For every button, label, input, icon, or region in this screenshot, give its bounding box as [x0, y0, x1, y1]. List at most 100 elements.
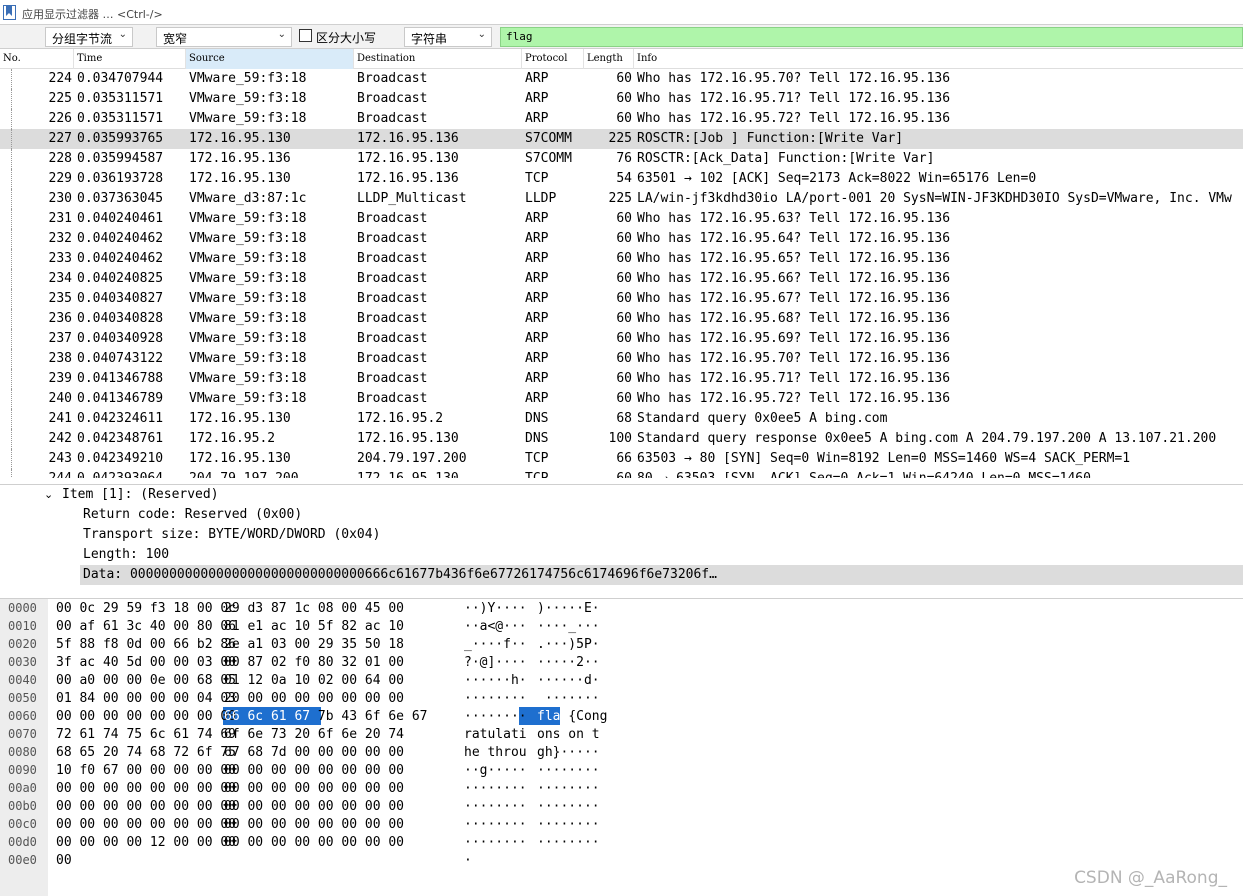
display-filter-bar[interactable]: 应用显示过滤器 … <Ctrl-/>: [0, 0, 1243, 25]
packet-row[interactable]: 225 0.035311571 VMware_59:f3:18 Broadcast AR…: [0, 89, 1243, 109]
display-filter-placeholder[interactable]: 应用显示过滤器 … <Ctrl-/>: [22, 6, 163, 22]
packet-source: 172.16.95.130: [189, 131, 291, 146]
packet-info: Who has 172.16.95.65? Tell 172.16.95.136: [637, 251, 951, 266]
packet-destination: Broadcast: [357, 331, 428, 346]
hex-row[interactable]: 0050 01 84 00 00 00 00 04 03 20 00 00 00 0…: [0, 689, 1243, 707]
packet-row[interactable]: 244 0.042393064 204.79.197.200 172.16.95.13…: [0, 469, 1243, 478]
packet-length: 60: [616, 351, 632, 366]
packet-length: 60: [616, 111, 632, 126]
packet-row[interactable]: 236 0.040340828 VMware_59:f3:18 Broadcast AR…: [0, 309, 1243, 329]
hex-bytes-right: 01 12 0a 10 02 00 64 00: [224, 673, 405, 688]
packet-row[interactable]: 235 0.040340827 VMware_59:f3:18 Broadcast AR…: [0, 289, 1243, 309]
packet-source: VMware_59:f3:18: [189, 311, 307, 326]
packet-row[interactable]: 228 0.035994587 172.16.95.136 172.16.95.130…: [0, 149, 1243, 169]
packet-no: 236: [48, 311, 72, 326]
packet-row[interactable]: 237 0.040340928 VMware_59:f3:18 Broadcast AR…: [0, 329, 1243, 349]
packet-info: Who has 172.16.95.66? Tell 172.16.95.136: [637, 271, 951, 286]
packet-time: 0.040743122: [77, 351, 164, 366]
column-header-time[interactable]: Time: [74, 49, 186, 69]
hex-row[interactable]: 0080 68 65 20 74 68 72 6f 75 67 68 7d 00 0…: [0, 743, 1243, 761]
chevron-down-icon[interactable]: ⌄: [44, 488, 62, 501]
packet-length: 66: [616, 451, 632, 466]
hex-row[interactable]: 00e0 00 ·: [0, 851, 1243, 869]
hex-row[interactable]: 0040 00 a0 00 00 0e 00 68 05 01 12 0a 10 0…: [0, 671, 1243, 689]
packet-list[interactable]: No. Time Source Destination Protocol Len…: [0, 49, 1243, 478]
packet-source: VMware_59:f3:18: [189, 71, 307, 86]
hex-offset: 00a0: [8, 781, 37, 795]
packet-row[interactable]: 241 0.042324611 172.16.95.130 172.16.95.2 DN…: [0, 409, 1243, 429]
search-in-dropdown[interactable]: 分组字节流 ⌄: [45, 27, 133, 47]
packet-source: VMware_59:f3:18: [189, 251, 307, 266]
packet-destination: Broadcast: [357, 271, 428, 286]
hex-row[interactable]: 00b0 00 00 00 00 00 00 00 00 00 00 00 00 0…: [0, 797, 1243, 815]
hex-bytes-left: 00: [56, 853, 72, 868]
char-width-value: 宽窄: [163, 32, 188, 46]
packet-no: 238: [48, 351, 72, 366]
char-width-dropdown[interactable]: 宽窄 ⌄: [156, 27, 292, 47]
hex-bytes-right: 81 e1 ac 10 5f 82 ac 10: [224, 619, 405, 634]
packet-row[interactable]: 242 0.042348761 172.16.95.2 172.16.95.130 DN…: [0, 429, 1243, 449]
packet-row[interactable]: 233 0.040240462 VMware_59:f3:18 Broadcast AR…: [0, 249, 1243, 269]
column-header-info[interactable]: Info: [634, 49, 1243, 69]
search-input[interactable]: flag: [500, 27, 1243, 47]
packet-row[interactable]: 229 0.036193728 172.16.95.130 172.16.95.136…: [0, 169, 1243, 189]
packet-info: Who has 172.16.95.68? Tell 172.16.95.136: [637, 311, 951, 326]
packet-destination: Broadcast: [357, 371, 428, 386]
packet-info: Who has 172.16.95.63? Tell 172.16.95.136: [637, 211, 951, 226]
packet-protocol: ARP: [525, 231, 549, 246]
tree-item-reserved[interactable]: ⌄ Item [1]: (Reserved): [44, 487, 219, 507]
case-sensitive-checkbox[interactable]: [299, 29, 312, 42]
hex-row[interactable]: 00a0 00 00 00 00 00 00 00 00 00 00 00 00 0…: [0, 779, 1243, 797]
packet-row[interactable]: 240 0.041346789 VMware_59:f3:18 Broadcast AR…: [0, 389, 1243, 409]
column-header-destination[interactable]: Destination: [354, 49, 522, 69]
hex-row[interactable]: 0030 3f ac 40 5d 00 00 03 00 00 87 02 f0 8…: [0, 653, 1243, 671]
column-header-protocol[interactable]: Protocol: [522, 49, 584, 69]
ascii-left: ········: [464, 835, 527, 850]
packet-row[interactable]: 234 0.040240825 VMware_59:f3:18 Broadcast AR…: [0, 269, 1243, 289]
bookmark-icon[interactable]: [3, 5, 16, 20]
packet-time: 0.042393064: [77, 471, 163, 478]
column-header-no[interactable]: No.: [0, 49, 74, 69]
column-header-length[interactable]: Length: [584, 49, 634, 69]
packet-destination: 172.16.95.130: [357, 151, 459, 166]
packet-no: 232: [48, 231, 72, 246]
ascii-right: ····_···: [537, 619, 600, 634]
hex-row[interactable]: 00d0 00 00 00 00 12 00 00 00 00 00 00 00 0…: [0, 833, 1243, 851]
packet-row[interactable]: 232 0.040240462 VMware_59:f3:18 Broadcast AR…: [0, 229, 1243, 249]
packet-row[interactable]: 243 0.042349210 172.16.95.130 204.79.197.20…: [0, 449, 1243, 469]
hex-bytes-right: 00 00 00 00 00 00 00 00: [224, 817, 405, 832]
packet-row[interactable]: 226 0.035311571 VMware_59:f3:18 Broadcast AR…: [0, 109, 1243, 129]
find-packet-toolbar: 分组字节流 ⌄ 宽窄 ⌄ 区分大小写 字符串 ⌄ flag: [0, 25, 1243, 49]
packet-length: 60: [616, 371, 632, 386]
bytes-pane[interactable]: 0000 00 0c 29 59 f3 18 00 0c 29 d3 87 1c 0…: [0, 598, 1243, 896]
ascii-left: ········: [464, 817, 527, 832]
packet-info: ROSCTR:[Job ] Function:[Write Var]: [637, 131, 904, 146]
search-type-dropdown[interactable]: 字符串 ⌄: [404, 27, 492, 47]
return-code-field[interactable]: Return code: Reserved (0x00): [83, 507, 302, 527]
hex-row[interactable]: 0010 00 af 61 3c 40 00 80 06 81 e1 ac 10 5…: [0, 617, 1243, 635]
hex-row[interactable]: 0020 5f 88 f8 0d 00 66 b2 86 2e a1 03 00 2…: [0, 635, 1243, 653]
packet-row[interactable]: 224 0.034707944 VMware_59:f3:18 Broadcast AR…: [0, 69, 1243, 89]
packet-row[interactable]: 230 0.037363045 VMware_d3:87:1c LLDP_Multic…: [0, 189, 1243, 209]
hex-bytes-left: 3f ac 40 5d 00 00 03 00: [56, 655, 237, 670]
packet-row[interactable]: 238 0.040743122 VMware_59:f3:18 Broadcast AR…: [0, 349, 1243, 369]
packet-row[interactable]: 239 0.041346788 VMware_59:f3:18 Broadcast AR…: [0, 369, 1243, 389]
hex-row[interactable]: 0070 72 61 74 75 6c 61 74 69 6f 6e 73 20 6…: [0, 725, 1243, 743]
column-header-source[interactable]: Source: [186, 49, 354, 69]
packet-length: 60: [585, 471, 632, 478]
data-field-selected[interactable]: Data: 000000000000000000000000000000666c…: [80, 565, 1243, 585]
packet-row[interactable]: 231 0.040240461 VMware_59:f3:18 Broadcast AR…: [0, 209, 1243, 229]
hex-bytes-right: 66 6c 61 67 7b 43 6f 6e 67: [224, 709, 428, 724]
packet-protocol: ARP: [525, 251, 549, 266]
hex-row[interactable]: 00c0 00 00 00 00 00 00 00 00 00 00 00 00 0…: [0, 815, 1243, 833]
hex-bytes-left: 00 00 00 00 00 00 00 00: [56, 709, 237, 724]
hex-row[interactable]: 0090 10 f0 67 00 00 00 00 00 00 00 00 00 0…: [0, 761, 1243, 779]
hex-offset: 0000: [8, 601, 37, 615]
transport-size-field[interactable]: Transport size: BYTE/WORD/DWORD (0x04): [83, 527, 380, 547]
packet-row[interactable]: 227 0.035993765 172.16.95.130 172.16.95.136…: [0, 129, 1243, 149]
hex-row[interactable]: 0000 00 0c 29 59 f3 18 00 0c 29 d3 87 1c 0…: [0, 599, 1243, 617]
packet-time: 0.040340928: [77, 331, 164, 346]
length-field[interactable]: Length: 100: [83, 547, 169, 567]
packet-time: 0.041346788: [77, 371, 164, 386]
hex-row[interactable]: 0060 00 00 00 00 00 00 00 00 66 6c 61 67 7…: [0, 707, 1243, 725]
